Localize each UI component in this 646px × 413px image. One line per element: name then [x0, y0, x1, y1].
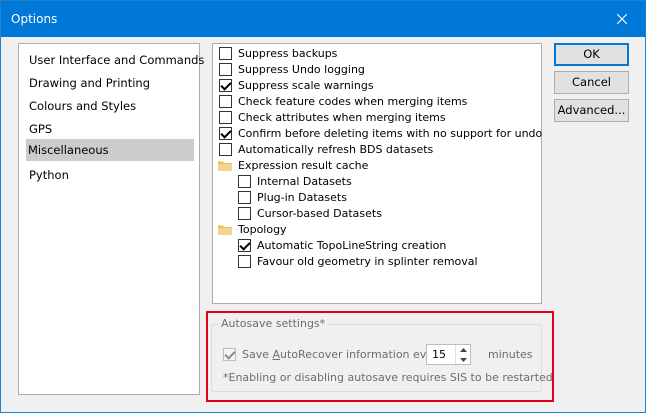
group-topology[interactable]: Topology	[218, 221, 287, 237]
checkbox[interactable]	[219, 126, 232, 140]
title-bar[interactable]: Options	[1, 1, 645, 37]
folder-icon	[218, 224, 232, 235]
option-label: Automatic TopoLineString creation	[257, 238, 447, 252]
option-label: Confirm before deleting items with no su…	[238, 126, 543, 140]
option-label: Internal Datasets	[257, 174, 352, 188]
close-button[interactable]	[599, 1, 645, 37]
option-label: Cursor-based Datasets	[257, 206, 382, 220]
option-suppress-backups[interactable]: Suppress backups	[219, 45, 337, 61]
window-title: Options	[11, 12, 58, 26]
nav-item-gps[interactable]: GPS	[27, 118, 195, 140]
cancel-button[interactable]: Cancel	[554, 71, 629, 94]
option-label: Suppress scale warnings	[238, 78, 374, 92]
option-label: Automatically refresh BDS datasets	[238, 142, 434, 156]
option-label: Check feature codes when merging items	[238, 94, 468, 108]
option-check-feature-codes[interactable]: Check feature codes when merging items	[219, 93, 467, 109]
advanced-button[interactable]: Advanced...	[554, 99, 629, 122]
option-label: Check attributes when merging items	[238, 110, 446, 124]
option-cursor-based-datasets[interactable]: Cursor-based Datasets	[238, 205, 382, 221]
folder-icon	[218, 160, 232, 171]
nav-item-miscellaneous[interactable]: Miscellaneous	[26, 139, 194, 161]
nav-item-drawing-printing[interactable]: Drawing and Printing	[27, 72, 195, 94]
close-icon	[617, 14, 627, 24]
option-internal-datasets[interactable]: Internal Datasets	[238, 173, 352, 189]
checkbox[interactable]	[219, 78, 232, 92]
checkbox[interactable]	[238, 174, 251, 188]
option-confirm-delete[interactable]: Confirm before deleting items with no su…	[219, 125, 542, 141]
group-label: Expression result cache	[238, 158, 369, 172]
nav-item-python[interactable]: Python	[27, 164, 195, 186]
option-label: Favour old geometry in splinter removal	[257, 254, 478, 268]
checkbox[interactable]	[219, 94, 232, 108]
ok-button[interactable]: OK	[554, 43, 629, 66]
checkbox[interactable]	[219, 62, 232, 76]
nav-item-colours-styles[interactable]: Colours and Styles	[27, 95, 195, 117]
options-dialog: Options User Interface and Commands Draw…	[0, 0, 646, 413]
checkbox[interactable]	[238, 238, 251, 252]
checkbox[interactable]	[238, 254, 251, 268]
options-list[interactable]: Suppress backups Suppress Undo logging S…	[212, 43, 542, 304]
group-expression-result-cache[interactable]: Expression result cache	[218, 157, 368, 173]
option-refresh-bds[interactable]: Automatically refresh BDS datasets	[219, 141, 433, 157]
checkbox[interactable]	[238, 206, 251, 220]
checkbox[interactable]	[238, 190, 251, 204]
checkbox[interactable]	[219, 46, 232, 60]
checkbox[interactable]	[219, 110, 232, 124]
option-favour-old-geometry[interactable]: Favour old geometry in splinter removal	[238, 253, 478, 269]
group-label: Topology	[238, 222, 287, 236]
option-label: Plug-in Datasets	[257, 190, 347, 204]
highlight-annotation-box	[206, 311, 554, 402]
option-plugin-datasets[interactable]: Plug-in Datasets	[238, 189, 347, 205]
option-suppress-undo-logging[interactable]: Suppress Undo logging	[219, 61, 365, 77]
option-auto-topolinestring[interactable]: Automatic TopoLineString creation	[238, 237, 446, 253]
option-check-attributes[interactable]: Check attributes when merging items	[219, 109, 446, 125]
option-suppress-scale-warnings[interactable]: Suppress scale warnings	[219, 77, 374, 93]
option-label: Suppress Undo logging	[238, 62, 365, 76]
checkbox[interactable]	[219, 142, 232, 156]
nav-item-user-interface[interactable]: User Interface and Commands	[27, 49, 204, 71]
category-list[interactable]: User Interface and Commands Drawing and …	[18, 43, 204, 395]
option-label: Suppress backups	[238, 46, 338, 60]
